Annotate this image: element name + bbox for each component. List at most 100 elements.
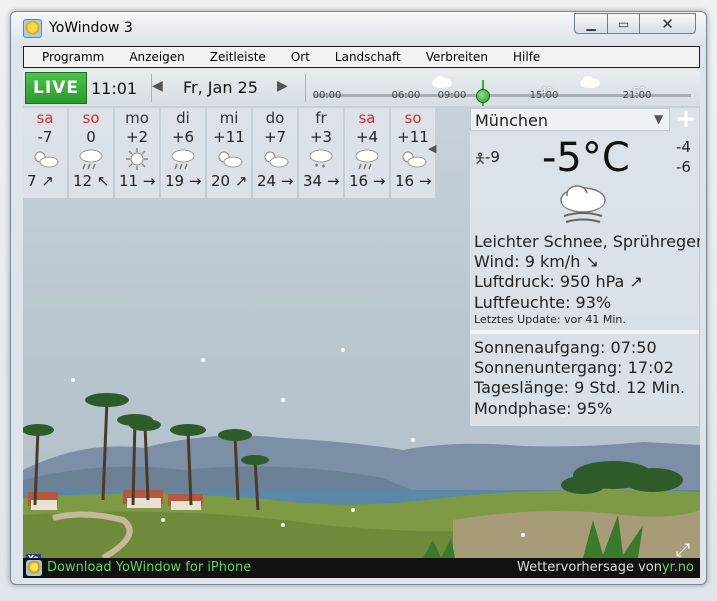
- close-button[interactable]: ✕: [639, 13, 696, 34]
- forecast-day-name: so: [82, 109, 100, 127]
- download-iphone-link[interactable]: Download YoWindow for iPhone: [47, 560, 251, 575]
- forecast-credit: Wettervorhersage von: [517, 560, 662, 575]
- maximize-icon: ▭: [617, 16, 630, 31]
- forecast-day-temp: +11: [213, 128, 245, 146]
- forecast-strip: sa -7 7 ↗ so 0 12 ↖ mo +2 11 → di +6 19 …: [23, 108, 441, 198]
- forecast-day[interactable]: sa -7 7 ↗: [23, 108, 67, 198]
- forecast-day[interactable]: fr +3 34 →: [299, 108, 343, 198]
- rain-icon: [355, 149, 379, 170]
- menu-hilfe[interactable]: Hilfe: [513, 50, 540, 64]
- partly-cloudy-icon: [264, 151, 289, 168]
- forecast-day-name: do: [265, 109, 285, 127]
- partly-cloudy-icon: [218, 151, 243, 168]
- fullscreen-icon[interactable]: ⤢: [671, 540, 695, 558]
- snow-icon: [309, 149, 333, 168]
- weather-view: LIVE 11:01 ◀ Fr, Jan 25 ▶ -4° -5° 00:00 …: [23, 70, 700, 558]
- cloud-snow-icon: [560, 185, 606, 223]
- footer-bar: Download YoWindow for iPhone Wettervorhe…: [23, 558, 700, 578]
- menu-programm[interactable]: Programm: [42, 50, 104, 64]
- sunset-info: Sonnenuntergang: 17:02: [474, 358, 674, 377]
- next-day-arrow-icon[interactable]: ▶: [277, 78, 288, 94]
- current-time: 11:01: [91, 79, 138, 98]
- rain-icon: [171, 149, 195, 170]
- menu-verbreiten[interactable]: Verbreiten: [426, 50, 488, 64]
- dropdown-arrow-icon: ▼: [654, 112, 664, 126]
- feels-like-temp: -9: [485, 148, 500, 166]
- moon-phase-info: Mondphase: 95%: [474, 399, 613, 418]
- forecast-day-temp: +4: [355, 128, 379, 146]
- forecast-day[interactable]: sa +4 16 →: [345, 108, 389, 198]
- cloud-icon: [580, 76, 600, 88]
- yr-no-link[interactable]: yr.no: [662, 560, 694, 575]
- current-date: Fr, Jan 25: [183, 78, 258, 97]
- forecast-day-name: sa: [358, 109, 376, 127]
- current-temperature: -5°C: [542, 135, 630, 181]
- prev-day-arrow-icon[interactable]: ◀: [152, 78, 163, 94]
- forecast-day-wind: 12 ↖: [73, 172, 110, 190]
- humidity-info: Luftfeuchte: 93%: [474, 293, 612, 312]
- sun-icon: [126, 148, 148, 170]
- timeline-tick: 00:00: [312, 90, 342, 101]
- forecast-day-temp: +6: [171, 128, 195, 146]
- sun-icon: [26, 560, 42, 576]
- city-selector[interactable]: München ▼: [470, 108, 670, 131]
- forecast-day-temp: +3: [309, 128, 333, 146]
- forecast-day[interactable]: mi +11 20 ↗: [207, 108, 251, 198]
- partly-cloudy-icon: [402, 151, 427, 168]
- sunrise-info: Sonnenaufgang: 07:50: [474, 338, 657, 357]
- forecast-day-name: mi: [219, 109, 239, 127]
- forecast-day-name: di: [176, 109, 190, 127]
- timeline-tick: 09:00: [437, 90, 467, 101]
- current-weather-panel: München ▼ + 🯅 -9 -5°C -4 -6 Leichter Sch…: [470, 104, 700, 426]
- weather-condition: Leichter Schnee, Sprühregen: [474, 232, 700, 251]
- forecast-day-wind: 16 →: [395, 172, 432, 190]
- min-temperature: -6: [676, 158, 691, 176]
- menu-ort[interactable]: Ort: [291, 50, 310, 64]
- minimize-button[interactable]: ▁: [574, 13, 608, 34]
- window-title: YoWindow 3: [49, 20, 133, 36]
- forecast-day[interactable]: do +7 24 →: [253, 108, 297, 198]
- menu-landschaft[interactable]: Landschaft: [335, 50, 401, 64]
- city-name: München: [475, 111, 549, 130]
- panel-divider: [470, 330, 699, 334]
- forecast-day-wind: 11 →: [119, 172, 156, 190]
- live-button[interactable]: LIVE: [25, 72, 87, 104]
- forecast-day-temp: +2: [125, 128, 149, 146]
- last-update: Letztes Update: vor 41 Min.: [474, 313, 626, 326]
- timeline-slider-handle[interactable]: [476, 89, 490, 103]
- timeline-bar: LIVE 11:01 ◀ Fr, Jan 25 ▶ -4° -5° 00:00 …: [23, 70, 700, 106]
- rain-icon: [79, 149, 103, 170]
- forecast-day-name: so: [404, 109, 422, 127]
- forecast-day-name: mo: [125, 109, 149, 127]
- forecast-day-wind: 16 →: [349, 172, 386, 190]
- wind-info: Wind: 9 km/h ↘: [474, 252, 599, 271]
- menu-zeitleiste[interactable]: Zeitleiste: [210, 50, 266, 64]
- forecast-day-temp: +7: [263, 128, 287, 146]
- cloud-icon: [432, 76, 452, 88]
- forecast-day-wind: 34 →: [303, 172, 340, 190]
- app-window: YoWindow 3 ▁ ▭ ✕ Programm Anzeigen Zeitl…: [10, 11, 707, 585]
- menu-bar: Programm Anzeigen Zeitleiste Ort Landsch…: [23, 46, 700, 68]
- title-bar[interactable]: YoWindow 3 ▁ ▭ ✕: [11, 12, 706, 45]
- menu-anzeigen[interactable]: Anzeigen: [129, 50, 184, 64]
- forecast-day[interactable]: di +6 19 →: [161, 108, 205, 198]
- timeline-separator: [305, 74, 306, 102]
- forecast-day-name: sa: [36, 109, 54, 127]
- add-location-button[interactable]: +: [675, 104, 697, 134]
- maximize-button[interactable]: ▭: [607, 13, 640, 34]
- forecast-day-wind: 24 →: [257, 172, 294, 190]
- minimize-icon: ▁: [586, 16, 596, 31]
- forecast-day-name: fr: [315, 109, 327, 127]
- forecast-day-temp: -7: [37, 128, 53, 146]
- forecast-day[interactable]: so 0 12 ↖: [69, 108, 113, 198]
- timeline-tick: 15:00: [529, 90, 559, 101]
- collapse-arrow-icon[interactable]: ◀: [428, 142, 436, 155]
- forecast-day[interactable]: mo +2 11 →: [115, 108, 159, 198]
- forecast-day-wind: 19 →: [165, 172, 202, 190]
- timeline-tick: 06:00: [391, 90, 421, 101]
- forecast-day-wind: 7 ↗: [27, 172, 54, 190]
- max-temperature: -4: [676, 138, 691, 156]
- yowindow-app-icon: [23, 19, 42, 38]
- day-length-info: Tageslänge: 9 Std. 12 Min.: [474, 378, 686, 397]
- forecast-day-temp: 0: [86, 128, 96, 146]
